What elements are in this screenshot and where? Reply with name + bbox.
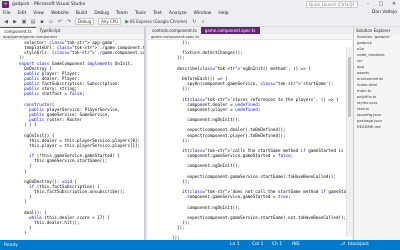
left-editor-pane: component.ts TypeScript app/game/game.co… <box>0 27 146 240</box>
code-line[interactable]: export class GameComponent implements On… <box>0 61 144 66</box>
menu-tools[interactable]: Tools <box>135 11 146 16</box>
char-number: Ch 1 <box>272 242 283 247</box>
platform-select[interactable]: Any CPU <box>98 18 122 25</box>
menu-edit[interactable]: Edit <box>18 11 27 16</box>
open-file-icon[interactable]: ▤ <box>30 19 36 25</box>
code-line[interactable]: this.player = this.playerService.players… <box>0 143 144 148</box>
tab-typescript[interactable]: TypeScript <box>36 27 65 34</box>
menu-file[interactable]: File <box>3 11 11 16</box>
git-branch-label[interactable]: blackjack <box>348 240 369 250</box>
toolbar: ◀ ▶ ▣ ▤ ▪ ▫ ↶ ↷ Debug Any CPU ▶ IIS Expr… <box>0 17 400 27</box>
undo-icon[interactable]: ↶ <box>57 19 63 25</box>
find-icon[interactable]: ⌕ <box>200 19 206 25</box>
left-tab-strip: component.ts TypeScript <box>0 27 144 34</box>
refresh-icon[interactable]: ↻ <box>191 19 197 25</box>
save-all-icon[interactable]: ▫ <box>48 19 54 25</box>
redo-icon[interactable]: ↷ <box>66 19 72 25</box>
menu-analyze[interactable]: Analyze <box>169 11 187 16</box>
title-bar: ∞ gadpick - Microsoft Visual Studio Quic… <box>0 0 400 9</box>
right-editor-pane: controls.component.ts game.component.spe… <box>148 27 352 240</box>
menu-window[interactable]: Window <box>194 11 212 16</box>
menu-website[interactable]: Website <box>51 11 69 16</box>
git-branch-icon[interactable]: ⎇ <box>340 240 345 250</box>
scrollbar-thumb[interactable] <box>348 57 351 117</box>
new-project-icon[interactable]: ▣ <box>21 19 27 25</box>
status-text: Ready <box>4 242 18 248</box>
insert-mode: INS <box>292 242 300 247</box>
run-target-label: IIS Express (Google Chrome) <box>130 19 188 24</box>
solution-explorer: Solution Explorer Solution 'gadpick' gadp… <box>353 27 400 240</box>
left-code-area[interactable]: selector: class="tok-str">'app-game', te… <box>0 40 144 235</box>
menu-bar: File Edit View Website Build Debug Team … <box>0 9 400 17</box>
menu-test[interactable]: Test <box>153 11 162 16</box>
configuration-select[interactable]: Debug <box>75 18 95 25</box>
menu-help[interactable]: Help <box>218 11 228 16</box>
right-tab-strip: controls.component.ts game.component.spe… <box>148 27 352 34</box>
solution-explorer-title: Solution Explorer <box>354 27 400 34</box>
code-line[interactable]: } <box>0 230 144 235</box>
menu-view[interactable]: View <box>33 11 44 16</box>
tab-game-component-spec[interactable]: game.component.spec.ts <box>200 27 260 34</box>
tab-controls-component[interactable]: controls.component.ts <box>148 27 201 34</box>
menu-debug[interactable]: Debug <box>94 11 109 16</box>
window-title: gadpick - Microsoft Visual Studio <box>12 2 86 7</box>
solution-tree-item[interactable]: README.md <box>354 124 400 130</box>
status-bar: Ready Ln 1 Col 1 Ch 1 INS ⎇ blackjack <box>0 240 400 250</box>
solution-tree: Solution 'gadpick' gadpick e2e node_modules… <box>354 34 400 130</box>
run-button[interactable]: ▶ IIS Express (Google Chrome) <box>125 18 187 25</box>
close-icon[interactable]: ✕ <box>388 0 400 9</box>
back-icon[interactable]: ◀ <box>3 19 9 25</box>
signed-in-user[interactable]: Dan Vallejo <box>372 10 397 15</box>
menu-build[interactable]: Build <box>76 11 87 16</box>
vertical-scrollbar[interactable] <box>346 47 352 237</box>
visual-studio-logo-icon: ∞ <box>2 1 9 8</box>
menu-team[interactable]: Team <box>116 11 128 16</box>
minimize-icon[interactable]: – <box>362 0 374 9</box>
tab-component-ts[interactable]: component.ts <box>0 27 36 34</box>
line-number: Ln 1 <box>230 242 240 247</box>
right-code-area[interactable]: }); fixture.detectChanges(); }); describ… <box>148 40 352 240</box>
quick-launch-input[interactable]: Quick Launch (Ctrl+Q) <box>306 1 358 8</box>
column-number: Col 1 <box>252 242 264 247</box>
forward-icon[interactable]: ▶ <box>12 19 18 25</box>
maximize-icon[interactable]: □ <box>375 0 387 9</box>
play-icon: ▶ <box>125 18 130 25</box>
save-icon[interactable]: ▪ <box>39 19 45 25</box>
